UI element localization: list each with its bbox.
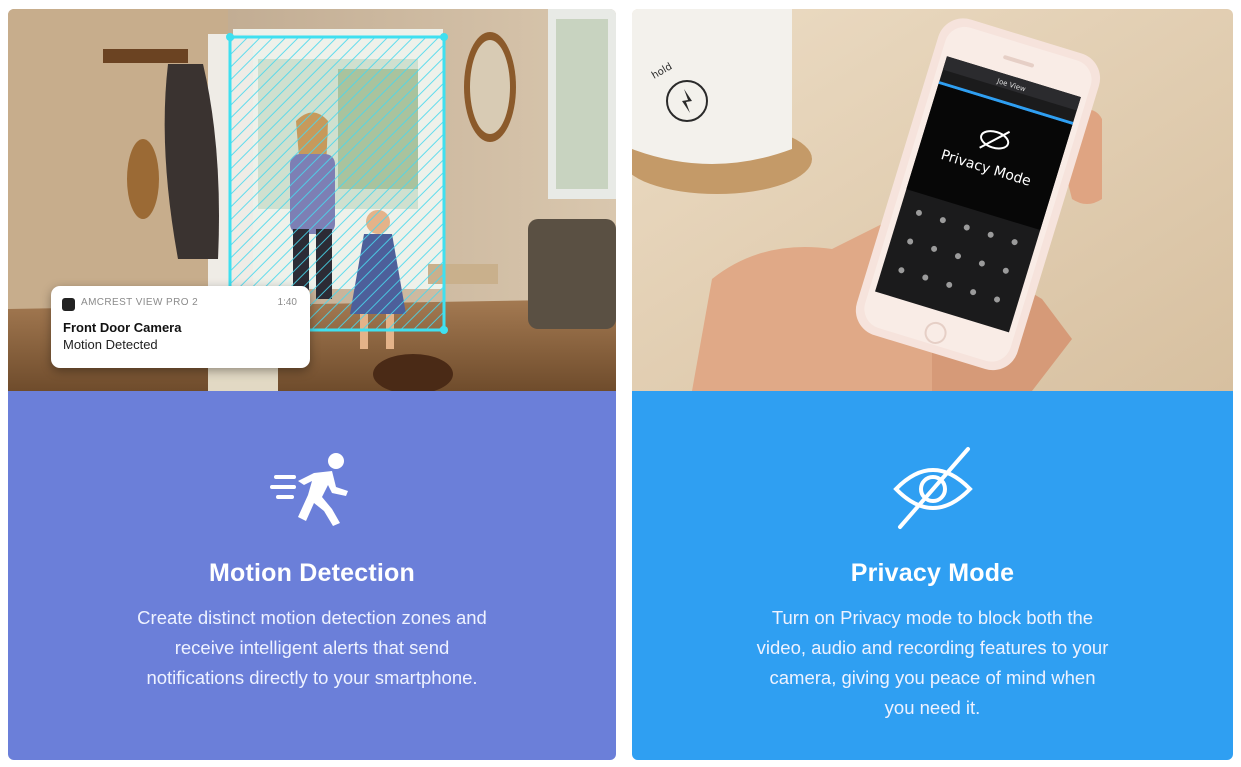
motion-notification[interactable]: AMCREST VIEW PRO 2 1:40 Front Door Camer… <box>51 286 310 368</box>
motion-detection-card: AMCREST VIEW PRO 2 1:40 Front Door Camer… <box>8 9 616 760</box>
notification-app-name: AMCREST VIEW PRO 2 <box>81 297 199 308</box>
privacy-mode-panel: Privacy Mode Turn on Privacy mode to blo… <box>632 391 1233 760</box>
notification-title: Front Door Camera <box>63 320 182 335</box>
motion-detection-panel: Motion Detection Create distinct motion … <box>8 391 616 760</box>
phone-photo: hold Joe View Privacy Mode <box>632 9 1233 391</box>
phone-scene: hold Joe View Privacy Mode <box>632 9 1233 391</box>
privacy-mode-card: hold Joe View Privacy Mode Privacy Mode … <box>632 9 1233 760</box>
running-person-icon <box>270 453 348 526</box>
mug <box>632 9 792 164</box>
motion-detection-description: Create distinct motion detection zones a… <box>137 607 487 688</box>
amcrest-app-icon <box>62 298 75 311</box>
eye-slash-icon <box>892 447 973 529</box>
privacy-mode-title: Privacy Mode <box>850 559 1015 587</box>
motion-detection-title: Motion Detection <box>209 559 415 587</box>
privacy-mode-description: Turn on Privacy mode to block both the v… <box>756 607 1109 718</box>
hallway-photo: AMCREST VIEW PRO 2 1:40 Front Door Camer… <box>8 9 616 391</box>
notification-body: Motion Detected <box>63 337 158 352</box>
notification-time: 1:40 <box>277 297 297 308</box>
